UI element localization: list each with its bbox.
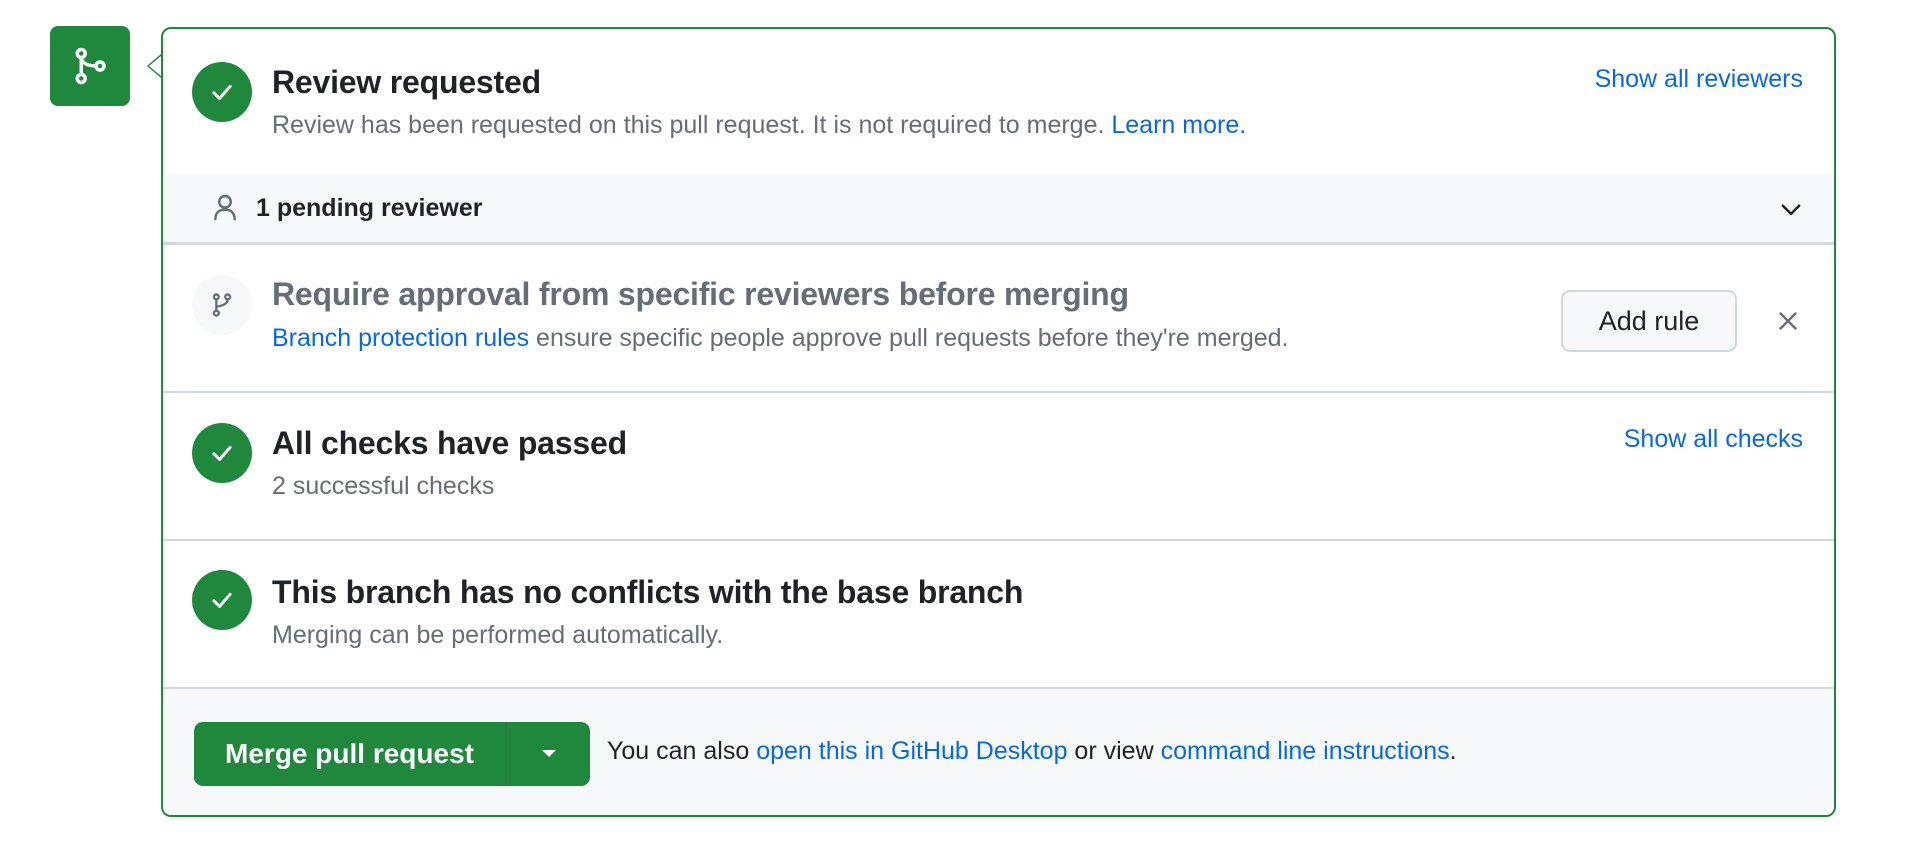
require-approval-description: Branch protection rules ensure specific … xyxy=(272,324,1289,352)
merge-box: Review requested Review has been request… xyxy=(149,27,1836,817)
chevron-down-icon[interactable] xyxy=(1778,196,1804,222)
checks-section: All checks have passed 2 successful chec… xyxy=(163,393,1834,541)
show-all-reviewers-link[interactable]: Show all reviewers xyxy=(1595,65,1803,94)
review-requested-section: Review requested Review has been request… xyxy=(163,29,1834,174)
git-merge-icon xyxy=(75,47,106,85)
git-branch-icon xyxy=(192,275,252,335)
merge-alternatives-text: You can also open this in GitHub Desktop… xyxy=(607,737,1457,765)
check-circle-icon xyxy=(192,62,252,122)
checks-title: All checks have passed xyxy=(272,425,627,461)
conflicts-section: This branch has no conflicts with the ba… xyxy=(163,541,1834,689)
conflicts-description: Merging can be performed automatically. xyxy=(272,621,724,649)
branch-protection-rules-link[interactable]: Branch protection rules xyxy=(272,324,529,352)
pending-reviewers-toggle[interactable]: 1 pending reviewer xyxy=(163,174,1834,245)
add-rule-button[interactable]: Add rule xyxy=(1561,290,1737,352)
checks-description: 2 successful checks xyxy=(272,472,495,500)
triangle-down-icon xyxy=(541,750,556,757)
show-all-checks-link[interactable]: Show all checks xyxy=(1624,425,1803,454)
merge-footer: Merge pull request You can also open thi… xyxy=(163,689,1834,815)
merge-method-dropdown[interactable] xyxy=(507,722,590,786)
github-desktop-link[interactable]: open this in GitHub Desktop xyxy=(756,737,1067,765)
dismiss-button[interactable] xyxy=(1774,307,1802,335)
command-line-instructions-link[interactable]: command line instructions xyxy=(1161,737,1450,765)
git-merge-badge xyxy=(50,26,130,106)
pending-reviewer-label: 1 pending reviewer xyxy=(256,194,483,222)
check-circle-icon xyxy=(192,570,252,630)
require-approval-section: Require approval from specific reviewers… xyxy=(163,245,1834,393)
require-approval-title: Require approval from specific reviewers… xyxy=(272,276,1129,312)
person-icon xyxy=(214,194,236,221)
close-icon xyxy=(1779,312,1797,330)
merge-button-group: Merge pull request xyxy=(194,722,590,786)
conflicts-title: This branch has no conflicts with the ba… xyxy=(272,574,1024,610)
review-description: Review has been requested on this pull r… xyxy=(272,111,1247,139)
merge-pull-request-button[interactable]: Merge pull request xyxy=(194,722,507,786)
learn-more-link[interactable]: Learn more. xyxy=(1111,111,1246,139)
review-title: Review requested xyxy=(272,64,541,100)
check-circle-icon xyxy=(192,423,252,483)
